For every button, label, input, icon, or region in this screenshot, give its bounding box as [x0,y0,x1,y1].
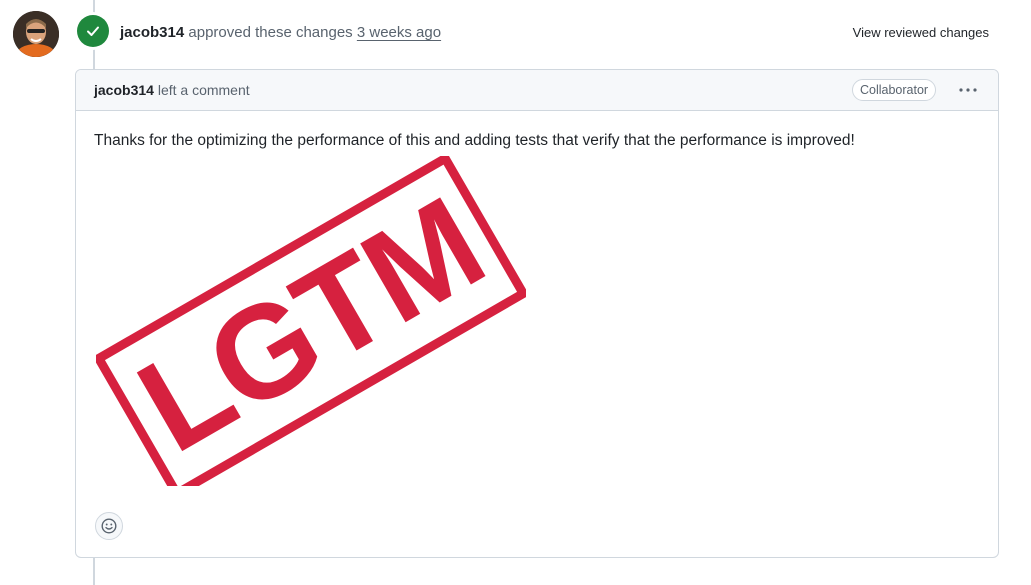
comment-author-link[interactable]: jacob314 [94,82,154,98]
stamp-text: LGTM [115,170,505,480]
check-icon [87,26,99,36]
review-event: jacob314 approved these changes 3 weeks … [120,22,441,44]
lgtm-stamp-image: LGTM [92,152,530,500]
review-time-link[interactable]: 3 weeks ago [357,24,441,41]
comment-header: jacob314 left a comment Collaborator [76,70,998,111]
comment-byline: jacob314 left a comment [94,80,250,100]
add-reaction-button[interactable] [95,512,123,540]
comment-body: Thanks for the optimizing the performanc… [94,132,855,149]
kebab-horizontal-icon [959,88,977,92]
collaborator-badge: Collaborator [852,79,937,101]
view-reviewed-changes-button[interactable]: View reviewed changes [853,22,989,44]
comment-options-button[interactable] [954,79,982,101]
comment-box: jacob314 left a comment Collaborator Tha… [75,69,999,558]
comment-action-text: left a comment [157,82,250,98]
smiley-icon [101,518,117,534]
avatar[interactable] [13,11,59,57]
review-action-text: approved these changes [188,24,353,41]
timeline: jacob314 approved these changes 3 weeks … [0,0,1031,585]
approved-check-badge [77,15,109,47]
review-author-link[interactable]: jacob314 [120,24,184,41]
